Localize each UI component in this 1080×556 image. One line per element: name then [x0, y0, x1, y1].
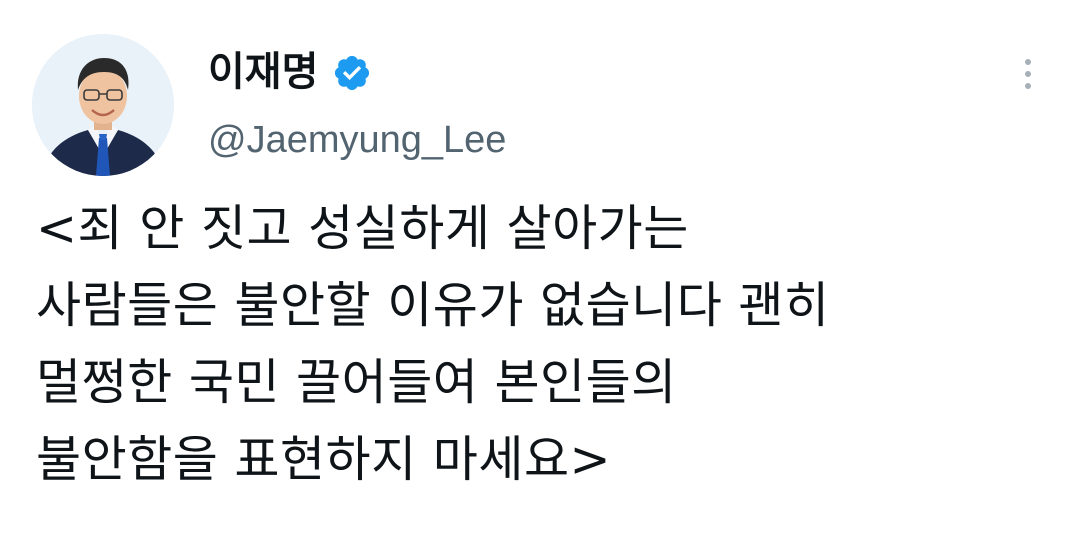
- more-options-icon: [1025, 59, 1031, 89]
- author-handle[interactable]: @Jaemyung_Lee: [208, 114, 506, 166]
- author-name-row[interactable]: 이재명: [208, 44, 372, 100]
- profile-avatar[interactable]: [32, 34, 174, 176]
- tweet-text-line: 불안함을 표현하지 마세요>: [36, 431, 612, 488]
- tweet-text-line: 멀쩡한 국민 끌어들여 본인들의: [36, 354, 677, 411]
- tweet-text: <죄 안 짓고 성실하게 살아가는 사람들은 불안할 이유가 없습니다 괜히 멀…: [36, 190, 1066, 498]
- tweet-text-line: <죄 안 짓고 성실하게 살아가는: [36, 200, 689, 257]
- tweet-text-line: 사람들은 불안할 이유가 없습니다 괜히: [36, 277, 830, 334]
- author-display-name[interactable]: 이재명: [208, 44, 318, 100]
- tweet-card: 이재명 @Jaemyung_Lee <죄 안 짓고 성실하게 살아가는 사람들은…: [0, 0, 1080, 556]
- avatar-image: [32, 34, 174, 176]
- more-options-button[interactable]: [1006, 52, 1050, 96]
- verified-badge-icon: [332, 53, 372, 93]
